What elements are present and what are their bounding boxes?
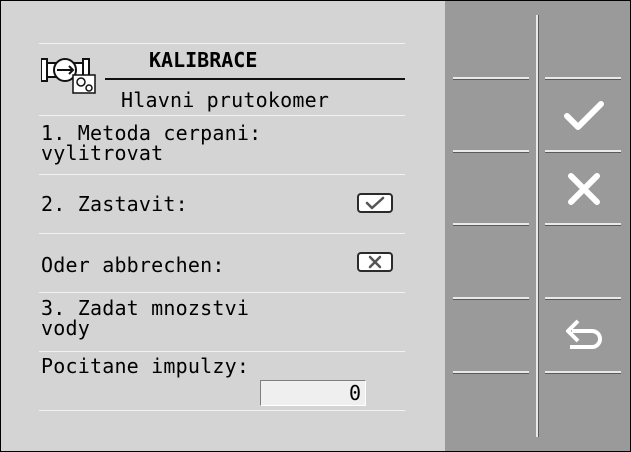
page-subtitle: Hlavni prutokomer: [121, 88, 330, 112]
menu-item-label-continued: vody: [41, 316, 90, 340]
divider: [39, 43, 405, 44]
back-arrow-icon: [566, 319, 602, 349]
divider: [39, 351, 405, 352]
softkey-left-2[interactable]: [445, 79, 537, 152]
softkey-right-4[interactable]: [538, 225, 630, 298]
softkey-right-1[interactable]: [538, 5, 630, 78]
divider: [39, 410, 405, 411]
terminal-screen: KALIBRACE Hlavni prutokomer 1. Metoda ce…: [0, 0, 631, 452]
menu-item-label: 1. Metoda cerpani:: [41, 121, 262, 145]
back-softkey[interactable]: [538, 299, 630, 372]
check-icon: [564, 100, 604, 130]
flowmeter-calibration-icon: [40, 51, 101, 95]
softkey-right-6[interactable]: [538, 373, 630, 446]
pulse-count-field: 0: [260, 380, 366, 406]
confirm-softkey[interactable]: [538, 79, 630, 152]
menu-item-stop[interactable]: 2. Zastavit:: [39, 176, 405, 232]
menu-item-label: Oder abbrechen:: [41, 253, 225, 277]
page-title: KALIBRACE: [149, 48, 258, 72]
cancel-softkey[interactable]: [538, 152, 630, 225]
divider: [39, 174, 405, 175]
menu-item-enter-water-amount[interactable]: 3. Zadat mnozstvi vody: [39, 294, 405, 350]
title-underline: [105, 78, 405, 80]
pulse-count-value: 0: [348, 381, 361, 405]
close-icon: [568, 172, 600, 205]
softkey-left-1[interactable]: [445, 5, 537, 78]
divider: [39, 292, 405, 293]
pulse-count-label: Pocitane impulzy:: [41, 354, 250, 378]
softkey-left-3[interactable]: [445, 152, 537, 225]
softkey-left-6[interactable]: [445, 373, 537, 446]
softkey-left-4[interactable]: [445, 225, 537, 298]
abort-button[interactable]: [357, 252, 393, 272]
check-icon: [365, 196, 385, 210]
close-icon: [368, 255, 382, 269]
menu-item-value: vylitrovat: [41, 141, 164, 165]
menu-item-label: 3. Zadat mnozstvi: [41, 296, 250, 320]
softkey-bar: [445, 1, 630, 451]
softkey-left-5[interactable]: [445, 299, 537, 372]
menu-item-pump-method[interactable]: 1. Metoda cerpani: vylitrovat: [39, 117, 405, 173]
menu-item-abort[interactable]: Oder abbrechen:: [39, 235, 405, 291]
divider: [39, 233, 405, 234]
content-panel: KALIBRACE Hlavni prutokomer 1. Metoda ce…: [1, 1, 445, 451]
divider: [39, 115, 405, 116]
menu-item-label: 2. Zastavit:: [41, 192, 188, 216]
stop-confirm-button[interactable]: [357, 193, 393, 213]
